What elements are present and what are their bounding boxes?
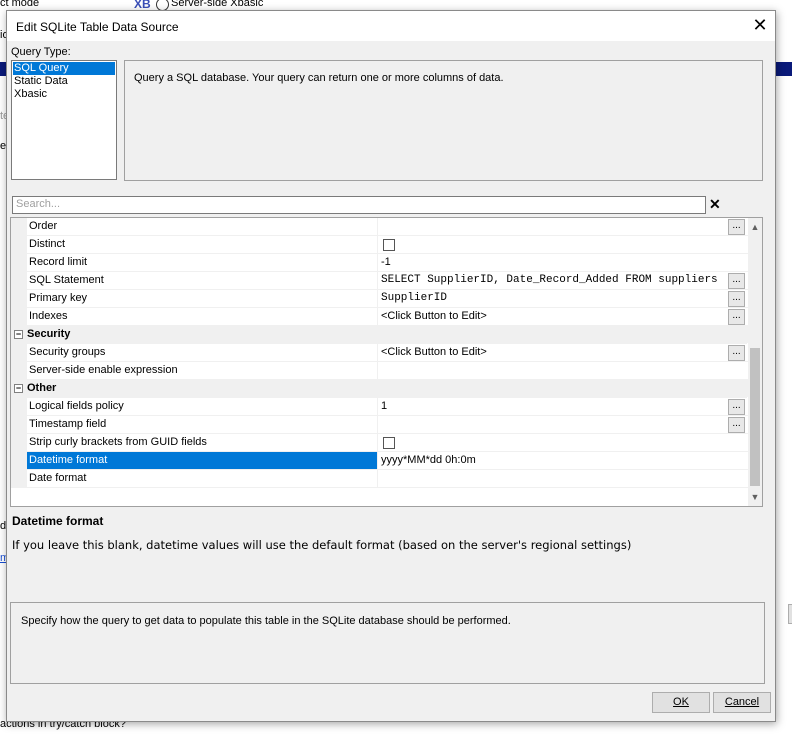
prop-value[interactable] <box>378 434 750 452</box>
prop-name: Primary key <box>27 290 378 308</box>
prop-name: SQL Statement <box>27 272 378 290</box>
prop-row-record-limit[interactable]: Record limit -1 <box>11 254 750 272</box>
category-security[interactable]: − Security <box>11 326 750 344</box>
query-type-option-xbasic[interactable]: Xbasic <box>13 88 115 101</box>
prop-name: Indexes <box>27 308 378 326</box>
prop-row-logical-fields-policy[interactable]: Logical fields policy 1 ... <box>11 398 750 416</box>
prop-value[interactable] <box>378 236 750 254</box>
prop-row-timestamp-field[interactable]: Timestamp field ... <box>11 416 750 434</box>
query-type-label: Query Type: <box>11 46 71 58</box>
bottom-description-text: Specify how the query to get data to pop… <box>21 615 511 627</box>
close-icon[interactable]: ✕ <box>751 16 769 34</box>
ellipsis-button[interactable]: ... <box>728 291 745 307</box>
prop-name: Logical fields policy <box>27 398 378 416</box>
query-description-box: Query a SQL database. Your query can ret… <box>124 60 763 181</box>
search-input[interactable] <box>13 197 696 211</box>
prop-name: Distinct <box>27 236 378 254</box>
prop-value[interactable] <box>378 416 750 434</box>
prop-row-order[interactable]: Order ... <box>11 218 750 236</box>
prop-value[interactable]: -1 <box>378 254 750 272</box>
prop-row-primary-key[interactable]: Primary key SupplierID ... <box>11 290 750 308</box>
category-label: Other <box>25 380 377 397</box>
ellipsis-button[interactable]: ... <box>728 399 745 415</box>
prop-value[interactable]: yyyy*MM*dd 0h:0m <box>378 452 750 470</box>
prop-name: Order <box>27 218 378 236</box>
dialog-title: Edit SQLite Table Data Source <box>16 20 179 34</box>
prop-row-date-format[interactable]: Date format <box>11 470 750 488</box>
prop-name: Server-side enable expression <box>27 362 378 380</box>
prop-value[interactable]: <Click Button to Edit> <box>378 344 750 362</box>
query-type-list[interactable]: SQL Query Static Data Xbasic <box>11 60 117 180</box>
prop-row-server-side-enable[interactable]: Server-side enable expression <box>11 362 750 380</box>
query-type-option-static-data[interactable]: Static Data <box>13 75 115 88</box>
prop-name: Datetime format <box>27 452 378 470</box>
ellipsis-button[interactable]: ... <box>728 345 745 361</box>
prop-name: Strip curly brackets from GUID fields <box>27 434 378 452</box>
property-search-box[interactable] <box>12 196 706 214</box>
distinct-checkbox[interactable] <box>383 239 395 251</box>
prop-row-strip-curly-brackets[interactable]: Strip curly brackets from GUID fields <box>11 434 750 452</box>
prop-name: Date format <box>27 470 378 488</box>
scroll-up-icon[interactable]: ▲ <box>748 220 762 234</box>
prop-name: Security groups <box>27 344 378 362</box>
prop-row-distinct[interactable]: Distinct <box>11 236 750 254</box>
prop-row-security-groups[interactable]: Security groups <Click Button to Edit> .… <box>11 344 750 362</box>
server-side-xbasic-label: Server-side Xbasic <box>171 0 264 9</box>
bg-selected-row-right <box>774 62 792 76</box>
collapse-icon[interactable]: − <box>14 330 23 339</box>
bg-button[interactable] <box>788 604 792 624</box>
ellipsis-button[interactable]: ... <box>728 273 745 289</box>
query-type-option-sql-query[interactable]: SQL Query <box>13 62 115 75</box>
ellipsis-button[interactable]: ... <box>728 219 745 235</box>
ok-button[interactable]: OK <box>652 692 710 713</box>
prop-name: Record limit <box>27 254 378 272</box>
prop-value[interactable] <box>378 470 750 488</box>
prop-value[interactable] <box>378 362 750 380</box>
collapse-icon[interactable]: − <box>14 384 23 393</box>
cancel-button[interactable]: Cancel <box>713 692 771 713</box>
scroll-thumb[interactable] <box>750 348 760 486</box>
help-text: If you leave this blank, datetime values… <box>12 538 632 552</box>
prop-value[interactable]: SupplierID <box>378 290 750 308</box>
prop-row-datetime-format[interactable]: Datetime format yyyy*MM*dd 0h:0m <box>11 452 750 470</box>
category-label: Security <box>25 326 377 343</box>
prop-value[interactable] <box>378 218 750 236</box>
clear-search-icon[interactable]: ✕ <box>709 197 721 211</box>
prop-name: Timestamp field <box>27 416 378 434</box>
strip-curly-brackets-checkbox[interactable] <box>383 437 395 449</box>
dialog-titlebar: Edit SQLite Table Data Source ✕ <box>7 11 775 41</box>
ellipsis-button[interactable]: ... <box>728 417 745 433</box>
prop-value[interactable]: <Click Button to Edit> <box>378 308 750 326</box>
scroll-down-icon[interactable]: ▼ <box>748 490 762 504</box>
property-grid: Order ... Distinct Record limit -1 SQL S… <box>10 217 763 507</box>
ellipsis-button[interactable]: ... <box>728 309 745 325</box>
prop-row-sql-statement[interactable]: SQL Statement SELECT SupplierID, Date_Re… <box>11 272 750 290</box>
category-other[interactable]: − Other <box>11 380 750 398</box>
prop-value[interactable]: SELECT SupplierID, Date_Record_Added FRO… <box>378 272 750 290</box>
edit-data-source-dialog: Edit SQLite Table Data Source ✕ Query Ty… <box>6 10 776 722</box>
mode-label: ct mode <box>0 0 40 9</box>
bottom-description-box: Specify how the query to get data to pop… <box>10 602 765 684</box>
prop-value[interactable]: 1 <box>378 398 750 416</box>
help-title: Datetime format <box>12 514 104 528</box>
grid-scrollbar[interactable]: ▲ ▼ <box>748 218 762 506</box>
query-description-text: Query a SQL database. Your query can ret… <box>134 72 504 84</box>
prop-row-indexes[interactable]: Indexes <Click Button to Edit> ... <box>11 308 750 326</box>
